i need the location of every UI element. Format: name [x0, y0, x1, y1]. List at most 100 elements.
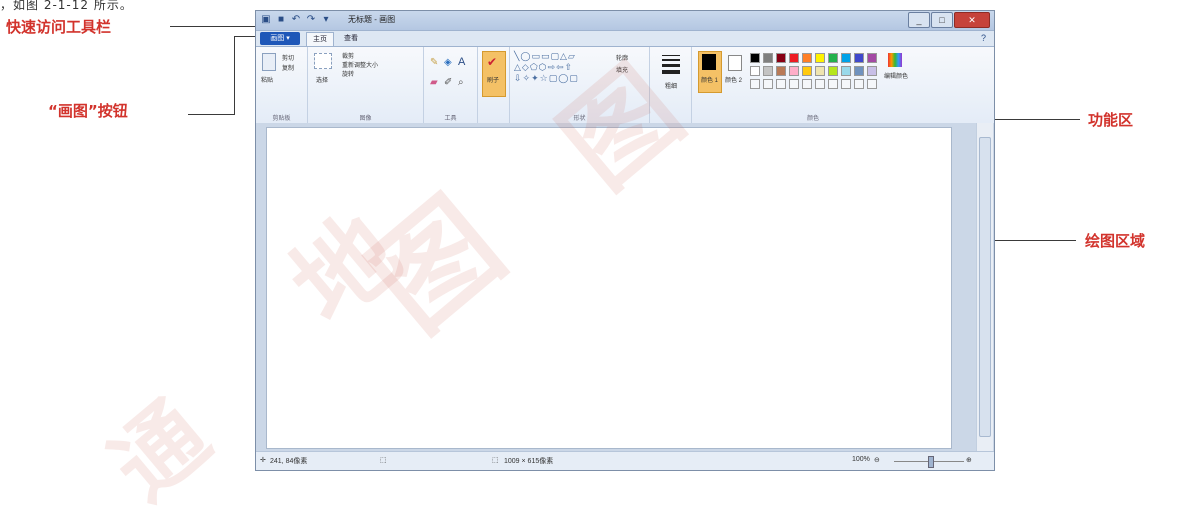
cut-button[interactable]: 剪切 — [282, 53, 294, 62]
fill-button[interactable]: 填充 — [616, 65, 628, 74]
cursor-position: 241, 84像素 — [270, 458, 308, 465]
color-picker-icon[interactable]: ✐ — [444, 77, 452, 88]
crop-button[interactable]: 裁剪 — [342, 51, 354, 60]
scrollbar-thumb[interactable] — [979, 137, 991, 437]
selection-size-icon: ⬚ — [380, 457, 387, 464]
minimize-button[interactable]: _ — [908, 12, 930, 28]
brush-icon: ✔ — [487, 55, 498, 69]
color-swatch[interactable] — [776, 53, 786, 63]
resize-button[interactable]: 重新调整大小 — [342, 60, 378, 69]
custom-color-slot[interactable] — [789, 79, 799, 89]
redo-icon[interactable]: ↷ — [305, 14, 317, 26]
size-button[interactable]: 粗细 — [665, 81, 677, 90]
edit-colors-icon[interactable] — [888, 53, 902, 67]
text-icon[interactable]: A — [458, 56, 465, 68]
close-button[interactable]: ✕ — [954, 12, 990, 28]
paint-app-icon[interactable]: ▣ — [260, 14, 272, 26]
tab-view[interactable]: 查看 — [338, 32, 364, 46]
maximize-button[interactable]: □ — [931, 12, 953, 28]
ribbon-tab-row: 画图 ▾ 主页 查看 ? — [256, 31, 994, 47]
pencil-icon[interactable]: ✎ — [430, 57, 438, 68]
size-lines-icon[interactable] — [662, 55, 680, 74]
color-swatch[interactable] — [841, 66, 851, 76]
outline-button[interactable]: 轮廓 — [616, 53, 628, 62]
custom-color-slot[interactable] — [815, 79, 825, 89]
group-clipboard: 粘贴 剪切 复制 剪贴板 — [256, 47, 308, 123]
edit-colors-button[interactable]: 编辑颜色 — [884, 71, 908, 80]
custom-color-slot[interactable] — [763, 79, 773, 89]
custom-color-slot[interactable] — [802, 79, 812, 89]
color-palette — [750, 53, 882, 89]
watermark: 通 — [92, 382, 229, 521]
paint-window: ▣ ■ ↶ ↷ ▾ 无标题 - 画图 _ □ ✕ 画图 ▾ 主页 查看 ? 粘贴… — [255, 10, 995, 471]
title-bar: ▣ ■ ↶ ↷ ▾ 无标题 - 画图 _ □ ✕ — [256, 11, 994, 31]
custom-color-slot[interactable] — [841, 79, 851, 89]
color-swatch[interactable] — [776, 66, 786, 76]
color-swatch[interactable] — [750, 66, 760, 76]
magnifier-icon[interactable]: ⌕ — [458, 77, 464, 88]
color-swatch[interactable] — [750, 53, 760, 63]
zoom-slider-thumb[interactable] — [928, 456, 934, 468]
drawing-canvas[interactable] — [266, 127, 952, 449]
zoom-out-button[interactable]: ⊖ — [874, 456, 880, 464]
select-icon[interactable] — [314, 53, 332, 69]
save-icon[interactable]: ■ — [275, 14, 287, 26]
eraser-icon[interactable]: ▰ — [430, 77, 438, 88]
shapes-gallery[interactable]: ╲◯▭▭▢△▱ △◇⬠⬡⇨⇦⇧ ⇩✧✦☆▢◯▢ — [514, 51, 579, 84]
group-tools: ✎ ◈ A ▰ ✐ ⌕ 工具 — [424, 47, 478, 123]
quick-access-toolbar: ▣ ■ ↶ ↷ ▾ — [260, 14, 332, 26]
custom-color-slot[interactable] — [828, 79, 838, 89]
fill-icon[interactable]: ◈ — [444, 57, 452, 68]
window-controls: _ □ ✕ — [908, 12, 990, 28]
color-swatch[interactable] — [802, 53, 812, 63]
group-label: 剪贴板 — [272, 116, 291, 122]
group-colors: 颜色 1 颜色 2 编辑颜色 颜色 — [692, 47, 934, 123]
label-drawing-area: 绘图区域 — [1085, 232, 1146, 250]
drawing-workspace — [256, 123, 994, 451]
caption-fragment: ，如图 2-1-12 所示。 — [0, 0, 133, 12]
custom-color-slot[interactable] — [776, 79, 786, 89]
group-size: 粗细 — [650, 47, 692, 123]
tab-home[interactable]: 主页 — [306, 32, 334, 47]
color-swatch[interactable] — [828, 53, 838, 63]
color-swatch[interactable] — [867, 53, 877, 63]
color-swatch[interactable] — [815, 66, 825, 76]
vertical-scrollbar[interactable] — [976, 123, 993, 451]
color-swatch[interactable] — [854, 53, 864, 63]
select-button[interactable]: 选择 — [316, 75, 328, 84]
color-swatch[interactable] — [867, 66, 877, 76]
color-swatch[interactable] — [828, 66, 838, 76]
color-swatch[interactable] — [763, 53, 773, 63]
canvas-size-icon: ⬚ — [492, 457, 499, 464]
leader-line — [170, 26, 262, 27]
color-swatch[interactable] — [789, 53, 799, 63]
paste-button[interactable]: 粘贴 — [261, 75, 273, 84]
rotate-button[interactable]: 旋转 — [342, 69, 354, 78]
ribbon: 粘贴 剪切 复制 剪贴板 选择 裁剪 重新调整大小 旋转 图像 ✎ ◈ A ▰ … — [256, 46, 994, 124]
color-swatch[interactable] — [841, 53, 851, 63]
color2-label: 颜色 2 — [725, 78, 743, 84]
color-swatch[interactable] — [815, 53, 825, 63]
cursor-position-icon: ✛ — [260, 457, 266, 464]
group-shapes: ╲◯▭▭▢△▱ △◇⬠⬡⇨⇦⇧ ⇩✧✦☆▢◯▢ 轮廓 填充 形状 — [510, 47, 650, 123]
group-label: 图像 — [359, 116, 372, 122]
zoom-in-button[interactable]: ⊕ — [966, 456, 972, 464]
brushes-label: 刷子 — [487, 78, 500, 84]
color-swatch[interactable] — [763, 66, 773, 76]
paste-icon[interactable] — [262, 53, 276, 71]
copy-button[interactable]: 复制 — [282, 63, 294, 72]
custom-color-slot[interactable] — [854, 79, 864, 89]
color-swatch[interactable] — [789, 66, 799, 76]
leader-line — [188, 114, 234, 115]
color-swatch[interactable] — [802, 66, 812, 76]
color2-swatch[interactable] — [728, 55, 742, 71]
group-brushes: ✔ 刷子 — [478, 47, 510, 123]
help-icon[interactable]: ? — [981, 33, 986, 43]
custom-color-slot[interactable] — [867, 79, 877, 89]
label-quick-access-toolbar: 快速访问工具栏 — [6, 18, 112, 36]
custom-color-slot[interactable] — [750, 79, 760, 89]
color-swatch[interactable] — [854, 66, 864, 76]
customize-dropdown-icon[interactable]: ▾ — [320, 14, 332, 26]
paint-menu-button[interactable]: 画图 ▾ — [260, 32, 300, 45]
undo-icon[interactable]: ↶ — [290, 14, 302, 26]
